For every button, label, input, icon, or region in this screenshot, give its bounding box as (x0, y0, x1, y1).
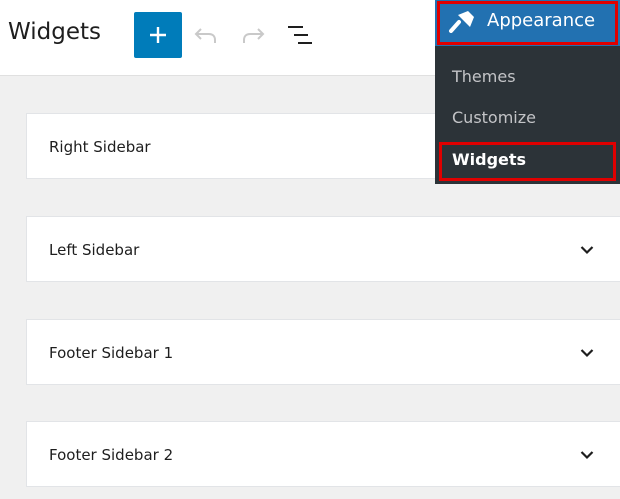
chevron-down-icon[interactable] (580, 348, 594, 358)
widget-area-footer-sidebar-1[interactable]: Footer Sidebar 1 (26, 319, 620, 385)
widget-area-footer-sidebar-2[interactable]: Footer Sidebar 2 (26, 421, 620, 487)
widget-area-title: Right Sidebar (49, 138, 151, 156)
chevron-down-icon[interactable] (580, 245, 594, 255)
add-block-button[interactable] (134, 12, 182, 58)
undo-icon[interactable] (193, 23, 219, 49)
widget-area-title: Left Sidebar (49, 241, 140, 259)
widget-area-title: Footer Sidebar 1 (49, 344, 174, 362)
highlight-box-widgets (439, 142, 616, 181)
page-title: Widgets (8, 19, 101, 45)
plus-icon (150, 27, 166, 43)
widget-area-title: Footer Sidebar 2 (49, 446, 174, 464)
chevron-down-icon[interactable] (580, 450, 594, 460)
list-view-icon[interactable] (286, 22, 314, 48)
widget-area-left-sidebar[interactable]: Left Sidebar (26, 216, 620, 282)
submenu-item-themes[interactable]: Themes (452, 67, 516, 86)
highlight-box-appearance (437, 1, 618, 45)
submenu-item-customize[interactable]: Customize (452, 108, 536, 127)
redo-icon[interactable] (240, 23, 266, 49)
